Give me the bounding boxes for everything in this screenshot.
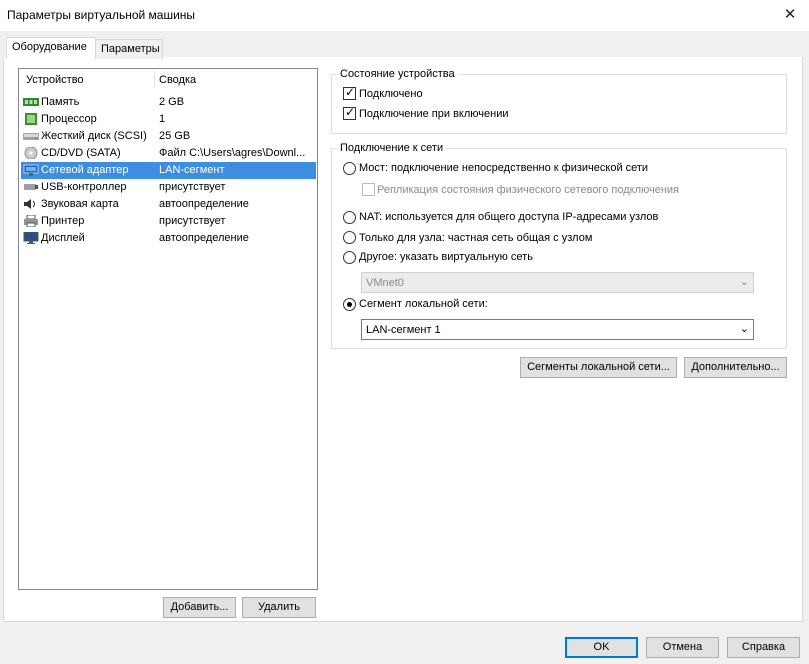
device-summary: автоопределение (159, 232, 249, 244)
device-name: Сетевой адаптер (41, 164, 129, 176)
device-summary: 25 GB (159, 130, 191, 142)
custom-label[interactable]: Другое: указать виртуальную сеть (359, 251, 533, 263)
lan-segment-radio[interactable] (343, 298, 356, 311)
nat-label[interactable]: NAT: используется для общего доступа IP-… (359, 211, 658, 223)
device-summary: присутствует (159, 215, 226, 227)
replicate-checkbox[interactable] (362, 183, 375, 196)
cancel-button[interactable]: Отмена (646, 637, 719, 658)
column-divider[interactable] (154, 70, 155, 88)
nat-radio[interactable] (343, 211, 356, 224)
device-row[interactable]: USB-контроллер присутствует (21, 179, 316, 196)
replicate-label[interactable]: Репликация состояния физического сетевог… (377, 184, 679, 196)
column-header-device[interactable]: Устройство (26, 74, 84, 86)
lan-segment-label[interactable]: Сегмент локальной сети: (359, 298, 488, 310)
add-button[interactable]: Добавить... (163, 597, 236, 618)
host-only-radio[interactable] (343, 231, 356, 244)
column-header-summary[interactable]: Сводка (159, 74, 196, 86)
custom-network-value: VMnet0 (366, 277, 404, 289)
device-name: Процессор (41, 113, 97, 125)
lan-segment-select[interactable]: LAN-сегмент 1 ⌄ (361, 319, 754, 340)
help-button[interactable]: Справка (727, 637, 800, 658)
device-status-group (331, 74, 787, 134)
chevron-down-icon: ⌄ (739, 276, 749, 288)
window-title: Параметры виртуальной машины (7, 8, 196, 22)
host-only-label[interactable]: Только для узла: частная сеть общая с уз… (359, 232, 592, 244)
connected-checkbox[interactable]: ✓ (343, 85, 356, 100)
chevron-down-icon: ⌄ (739, 323, 749, 335)
lan-segment-value: LAN-сегмент 1 (366, 324, 441, 336)
device-name: Жесткий диск (SCSI) (41, 130, 147, 142)
device-summary: Файл C:\Users\agres\Downl... (159, 147, 306, 159)
connected-label[interactable]: Подключено (359, 88, 423, 100)
tab-options[interactable]: Параметры (95, 39, 163, 59)
custom-radio[interactable] (343, 251, 356, 264)
device-name: Принтер (41, 215, 85, 227)
remove-button[interactable]: Удалить (242, 597, 316, 618)
network-connection-title: Подключение к сети (337, 142, 447, 154)
close-icon[interactable]: ✕ (771, 0, 809, 30)
tab-hardware[interactable]: Оборудование (6, 37, 96, 59)
ok-button[interactable]: OK (565, 637, 638, 658)
device-row[interactable]: Память 2 GB (21, 94, 316, 111)
lan-segments-button[interactable]: Сегменты локальной сети... (520, 357, 677, 378)
device-row[interactable]: Принтер присутствует (21, 213, 316, 230)
device-summary: 1 (159, 113, 166, 125)
device-summary: присутствует (159, 181, 226, 193)
device-summary: LAN-сегмент (159, 164, 225, 176)
device-name: Память (41, 96, 80, 108)
device-row[interactable]: Звуковая карта автоопределение (21, 196, 316, 213)
device-row[interactable]: Жесткий диск (SCSI) 25 GB (21, 128, 316, 145)
connect-on-power-checkbox[interactable]: ✓ (343, 105, 356, 120)
bridged-radio[interactable] (343, 162, 356, 175)
custom-network-select[interactable]: VMnet0 ⌄ (361, 272, 754, 293)
advanced-button[interactable]: Дополнительно... (684, 357, 787, 378)
device-row[interactable]: Сетевой адаптер LAN-сегмент (21, 162, 316, 179)
device-status-title: Состояние устройства (337, 68, 458, 80)
device-row[interactable]: Процессор 1 (21, 111, 316, 128)
device-name: CD/DVD (SATA) (41, 147, 121, 159)
device-row[interactable]: CD/DVD (SATA) Файл C:\Users\agres\Downl..… (21, 145, 316, 162)
bridged-label[interactable]: Мост: подключение непосредственно к физи… (359, 162, 648, 174)
device-summary: автоопределение (159, 198, 249, 210)
device-name: Дисплей (41, 232, 85, 244)
device-summary: 2 GB (159, 96, 185, 108)
device-name: Звуковая карта (41, 198, 119, 210)
device-name: USB-контроллер (41, 181, 127, 193)
connect-on-power-label[interactable]: Подключение при включении (359, 108, 509, 120)
device-row[interactable]: Дисплей автоопределение (21, 230, 316, 247)
